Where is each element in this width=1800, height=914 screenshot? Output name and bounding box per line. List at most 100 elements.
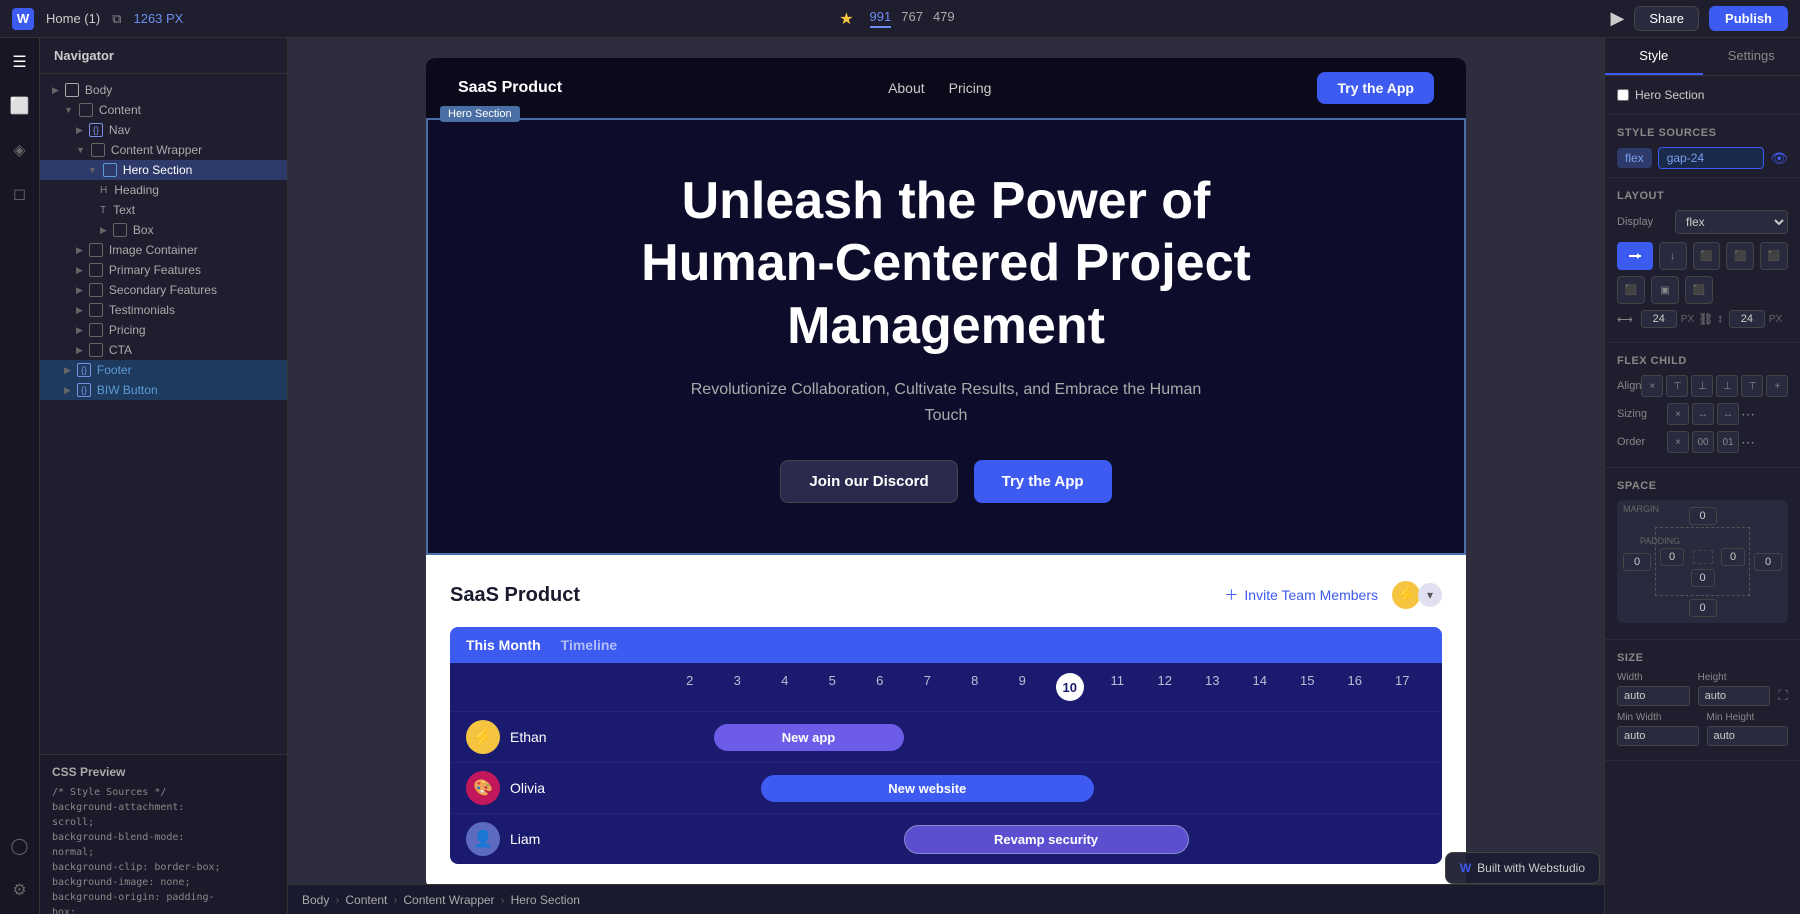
size-expand-icon[interactable]: ⛶ [1778, 687, 1788, 704]
display-select[interactable]: flex [1675, 210, 1788, 234]
sizing-btn-x[interactable]: × [1667, 403, 1689, 425]
flex-justify-end[interactable]: ⬛ [1685, 276, 1713, 304]
discord-button[interactable]: Join our Discord [780, 460, 957, 503]
flex-justify-center[interactable]: ▣ [1651, 276, 1679, 304]
components-icon[interactable]: ◈ [6, 136, 34, 164]
order-btn-2[interactable]: 01 [1717, 431, 1739, 453]
style-sources-section: Style Sources flex gap-24 👁 [1605, 115, 1800, 178]
hero-section-checkbox[interactable] [1617, 89, 1629, 101]
sizing-btn-shrink[interactable]: ↔ [1717, 403, 1739, 425]
hero-section-preview: Hero Section Unleash the Power of Human-… [426, 118, 1466, 555]
task-bar-olivia[interactable]: New website [761, 775, 1094, 802]
breakpoint-991[interactable]: 991 [870, 9, 892, 28]
nav-item-cta[interactable]: ▶ CTA [40, 340, 287, 360]
invite-button[interactable]: ＋ Invite Team Members [1224, 585, 1378, 605]
style-tag-gap[interactable]: gap-24 [1658, 147, 1765, 169]
align-btn-x[interactable]: × [1641, 375, 1663, 397]
flex-btn-align-end[interactable]: ⬛ [1760, 242, 1788, 270]
style-tag-flex[interactable]: flex [1617, 148, 1652, 168]
flex-btn-col[interactable]: ↓ [1659, 242, 1687, 270]
align-btn-stretch[interactable]: ⊤ [1741, 375, 1763, 397]
breadcrumb-body[interactable]: Body [302, 893, 329, 907]
nav-item-body[interactable]: ▶ Body [40, 80, 287, 100]
publish-button[interactable]: Publish [1709, 6, 1788, 31]
task-bar-liam[interactable]: Revamp security [904, 825, 1189, 854]
site-nav-pricing[interactable]: Pricing [949, 80, 992, 96]
padding-bottom-input[interactable] [1691, 569, 1715, 587]
flex-btn-align-center[interactable]: ⬛ [1726, 242, 1754, 270]
eye-icon[interactable]: 👁 [1770, 150, 1788, 167]
tab-style[interactable]: Style [1605, 38, 1703, 75]
nav-item-secondary-features[interactable]: ▶ Secondary Features [40, 280, 287, 300]
duplicate-icon[interactable]: ⧉ [112, 11, 121, 27]
plugins-icon[interactable]: ◯ [6, 832, 34, 860]
avatar-dropdown[interactable]: ▾ [1418, 583, 1442, 607]
timeline-tab-month[interactable]: This Month [466, 637, 541, 653]
margin-left-input[interactable] [1623, 553, 1651, 571]
sizing-btn-grow[interactable]: ↔ [1692, 403, 1714, 425]
align-btn-center[interactable]: ⊥ [1691, 375, 1713, 397]
nav-item-pricing[interactable]: ▶ Pricing [40, 320, 287, 340]
breadcrumb-content-wrapper[interactable]: Content Wrapper [403, 893, 494, 907]
nav-item-footer[interactable]: ▶ {} Footer [40, 360, 287, 380]
canvas-scroll[interactable]: SaaS Product About Pricing Try the App H… [288, 38, 1604, 884]
nav-item-primary-features[interactable]: ▶ Primary Features [40, 260, 287, 280]
nav-item-box[interactable]: ▶ Box [40, 220, 287, 240]
padding-right-input[interactable] [1721, 548, 1745, 566]
nav-item-nav[interactable]: ▶ {} Nav [40, 120, 287, 140]
site-nav-about[interactable]: About [888, 80, 925, 96]
sizing-more-btn[interactable]: ⋯ [1739, 406, 1757, 423]
flex-btn-row[interactable] [1617, 242, 1653, 270]
align-btn-baseline[interactable]: + [1766, 375, 1788, 397]
margin-top-input[interactable] [1689, 507, 1717, 525]
nav-item-image-container[interactable]: ▶ Image Container [40, 240, 287, 260]
gap-link-icon[interactable]: ⛓ [1698, 312, 1713, 326]
try-app-button[interactable]: Try the App [974, 460, 1112, 503]
nav-item-heading[interactable]: H Heading [40, 180, 287, 200]
date-4: 4 [761, 673, 809, 701]
nav-item-testimonials[interactable]: ▶ Testimonials [40, 300, 287, 320]
order-btn-1[interactable]: 00 [1692, 431, 1714, 453]
flex-justify-start[interactable]: ⬛ [1617, 276, 1645, 304]
min-height-input[interactable] [1707, 726, 1789, 746]
width-input[interactable] [1617, 686, 1690, 706]
align-btn-end[interactable]: ⊥ [1716, 375, 1738, 397]
min-width-input[interactable] [1617, 726, 1699, 746]
nav-item-biw-button[interactable]: ▶ {} BIW Button [40, 380, 287, 400]
breakpoint-767[interactable]: 767 [901, 9, 923, 28]
margin-bottom-input[interactable] [1689, 599, 1717, 617]
assets-icon[interactable]: ◻ [6, 180, 34, 208]
tab-settings[interactable]: Settings [1703, 38, 1800, 75]
canvas-width: 1263 PX [133, 11, 183, 26]
margin-right-input[interactable] [1754, 553, 1782, 571]
breakpoint-479[interactable]: 479 [933, 9, 955, 28]
home-tab[interactable]: Home (1) [46, 11, 100, 26]
flex-btn-align-start[interactable]: ⬛ [1693, 242, 1721, 270]
nav-item-content-wrapper[interactable]: ▼ Content Wrapper [40, 140, 287, 160]
preview-button[interactable]: ▶ [1611, 8, 1625, 29]
built-with-badge[interactable]: W Built with Webstudio [1445, 852, 1600, 884]
star-icon[interactable]: ★ [839, 9, 853, 29]
size-row-min: Min Width Min Height [1617, 712, 1788, 746]
gap-x-input[interactable] [1641, 310, 1677, 328]
nav-item-text[interactable]: T Text [40, 200, 287, 220]
pages-icon[interactable]: ⬜ [6, 92, 34, 120]
order-more-btn[interactable]: ⋯ [1739, 434, 1757, 451]
task-bar-ethan[interactable]: New app [714, 724, 904, 751]
breadcrumb-content[interactable]: Content [345, 893, 387, 907]
nav-item-content[interactable]: ▼ Content [40, 100, 287, 120]
site-nav-cta-button[interactable]: Try the App [1317, 72, 1434, 104]
settings-icon[interactable]: ⚙ [6, 876, 34, 904]
navigator-icon[interactable]: ☰ [6, 48, 34, 76]
share-button[interactable]: Share [1634, 6, 1699, 31]
align-btn-start[interactable]: ⊤ [1666, 375, 1688, 397]
order-btn-x[interactable]: × [1667, 431, 1689, 453]
breadcrumb-hero-section[interactable]: Hero Section [511, 893, 580, 907]
timeline-tab-timeline[interactable]: Timeline [561, 637, 618, 653]
nav-item-hero-section[interactable]: ▼ Hero Section [40, 160, 287, 180]
gap-y-input[interactable] [1729, 310, 1765, 328]
height-input[interactable] [1698, 686, 1771, 706]
hero-section-check-label: Hero Section [1635, 88, 1704, 102]
hero-section-check: Hero Section [1617, 88, 1788, 102]
padding-left-input[interactable] [1660, 548, 1684, 566]
